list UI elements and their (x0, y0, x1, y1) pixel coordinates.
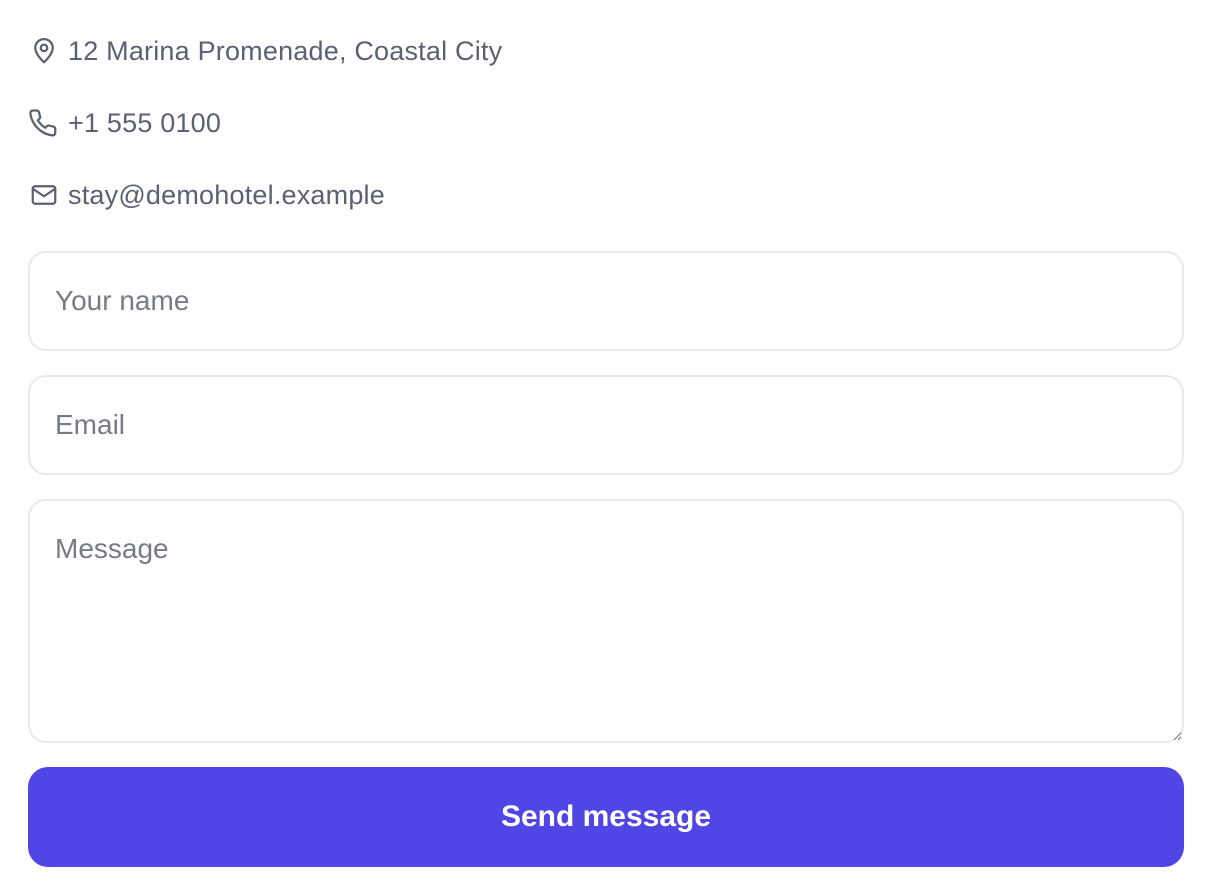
contact-email-row: stay@demohotel.example (28, 177, 385, 213)
contact-section: 12 Marina Promenade, Coastal City +1 555… (0, 0, 1212, 894)
contact-phone-row: +1 555 0100 (28, 105, 221, 141)
message-textarea[interactable] (28, 499, 1184, 743)
phone-icon (28, 107, 60, 139)
contact-address-row: 12 Marina Promenade, Coastal City (28, 33, 502, 69)
map-pin-icon (28, 35, 60, 67)
email-input[interactable] (28, 375, 1184, 475)
contact-phone-text: +1 555 0100 (68, 107, 222, 138)
send-message-button[interactable]: Send message (28, 767, 1184, 867)
name-input[interactable] (28, 251, 1184, 351)
contact-address-text: 12 Marina Promenade, Coastal City (68, 35, 503, 66)
contact-email-text: stay@demohotel.example (68, 179, 385, 210)
mail-icon (28, 179, 60, 211)
